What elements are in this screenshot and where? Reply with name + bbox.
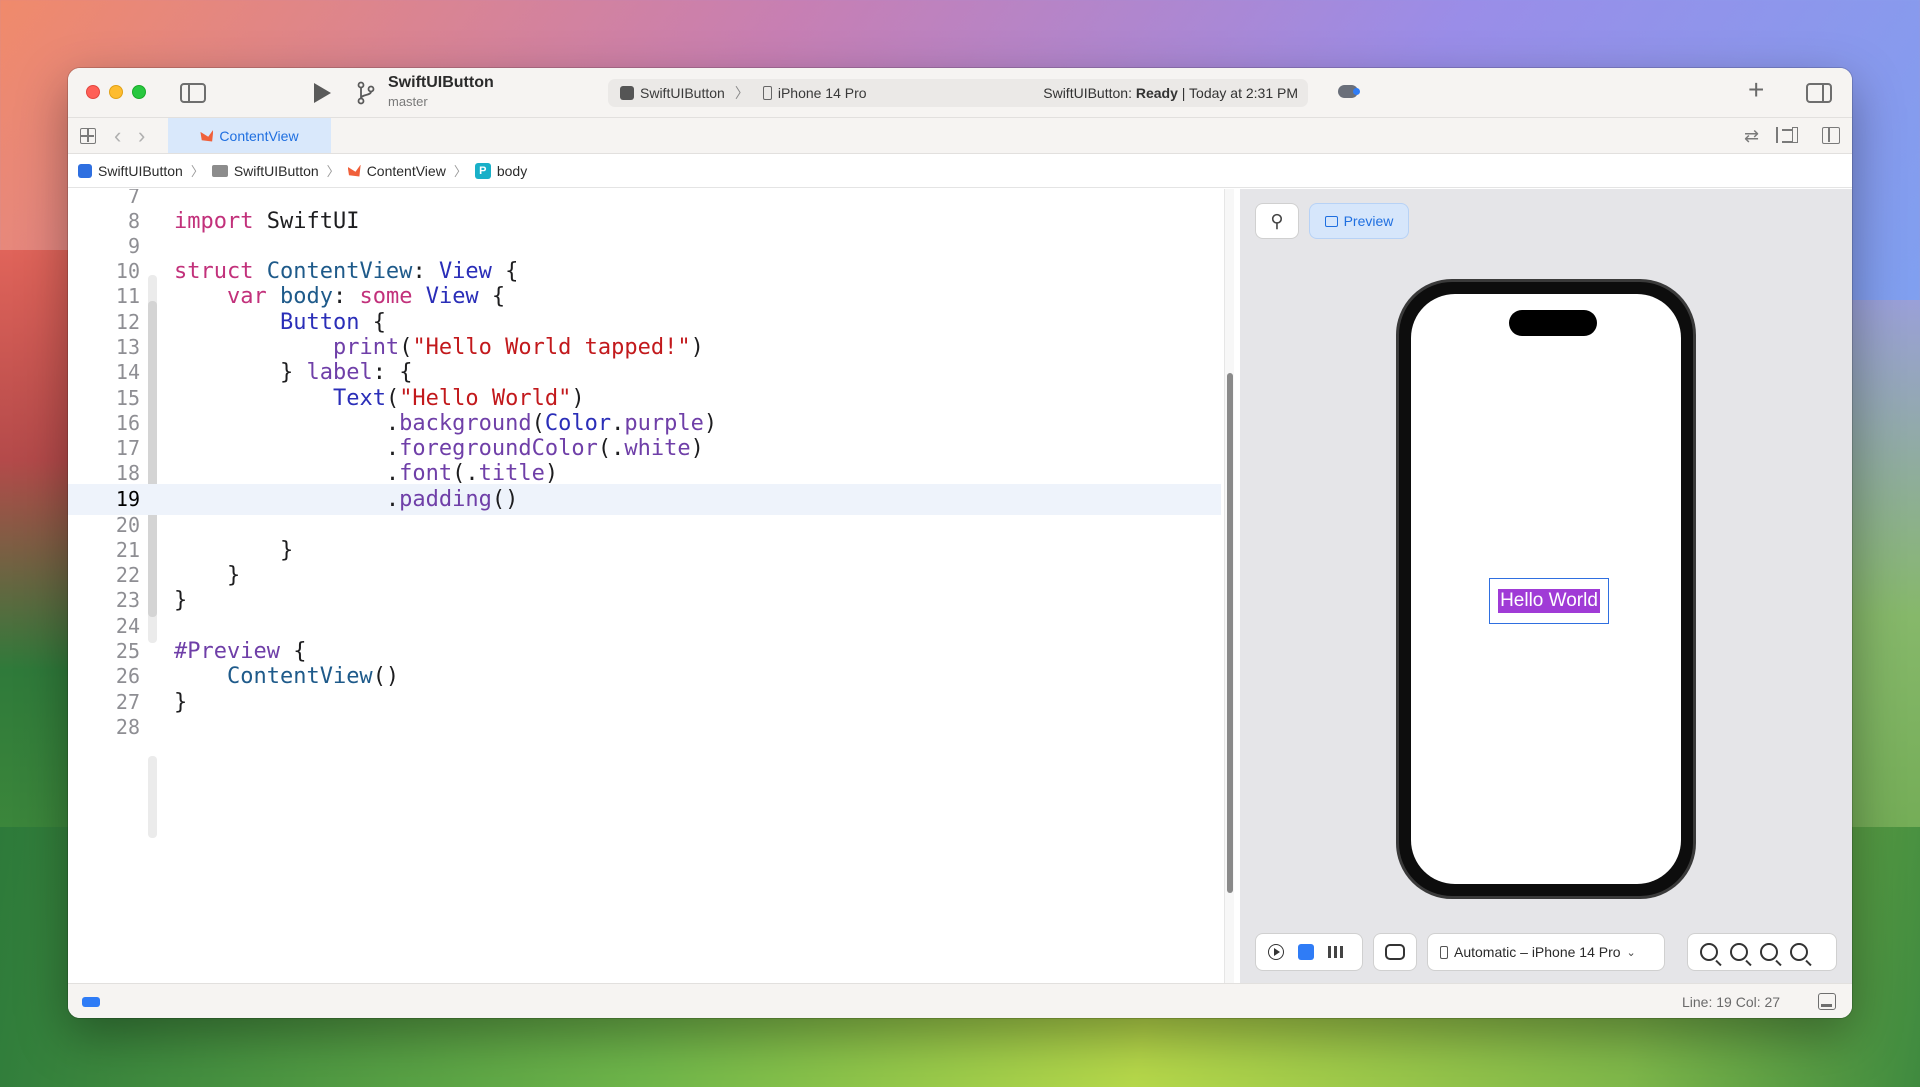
preview-label: Preview (1343, 213, 1394, 229)
inspector-toggle-icon[interactable] (1806, 83, 1832, 103)
scheme-selector[interactable]: SwiftUIButton 〉 iPhone 14 Pro (620, 83, 867, 103)
add-editor-icon[interactable] (1822, 127, 1840, 144)
window-controls (86, 85, 146, 99)
iphone-device-frame: Hello World (1396, 279, 1696, 899)
dynamic-island (1509, 310, 1597, 336)
breadcrumb: SwiftUIButton 〉 SwiftUIButton 〉 ContentV… (68, 154, 1852, 188)
breadcrumb-group[interactable]: SwiftUIButton (211, 162, 319, 179)
folder-icon (211, 164, 228, 177)
tab-bar: ‹ › ContentView ⇄ (68, 118, 1852, 154)
project-title[interactable]: SwiftUIButton (388, 74, 494, 92)
build-status: SwiftUIButton: Ready | Today at 2:31 PM (1043, 85, 1298, 101)
device-screen[interactable]: Hello World (1411, 294, 1681, 884)
cursor-position: Line: 19 Col: 27 (1682, 994, 1781, 1010)
swap-icon[interactable]: ⇄ (1744, 126, 1759, 147)
toolbar: SwiftUIButton master SwiftUIButton 〉 iPh… (68, 68, 1852, 118)
branch-name[interactable]: master (388, 94, 428, 109)
editor-options-icon[interactable] (1776, 127, 1798, 143)
chevron-down-icon: ⌄ (1626, 946, 1636, 959)
device-selector-label: Automatic – iPhone 14 Pro (1454, 944, 1621, 960)
code-fold-ribbon[interactable] (148, 756, 157, 838)
zoom-fit-icon[interactable] (1730, 943, 1748, 961)
zoom-out-icon[interactable] (1700, 943, 1718, 961)
scheme-name: SwiftUIButton (640, 85, 725, 101)
chevron-right-icon: 〉 (453, 164, 467, 179)
zoom-window-button[interactable] (132, 85, 146, 99)
xcode-window: SwiftUIButton master SwiftUIButton 〉 iPh… (68, 68, 1852, 1018)
status-prefix: SwiftUIButton: (1043, 85, 1132, 101)
forward-icon[interactable]: › (138, 123, 145, 149)
preview-canvas: ⚲ Preview Hello World Automatic – iPhone… (1240, 189, 1852, 983)
device-settings-icon (1385, 944, 1405, 960)
device-settings-button[interactable] (1374, 934, 1416, 970)
back-icon[interactable]: ‹ (114, 123, 121, 149)
breadcrumb-project[interactable]: SwiftUIButton (78, 163, 183, 179)
variants-icon[interactable] (1328, 946, 1344, 958)
breadcrumb-label: ContentView (366, 162, 446, 179)
scrollbar-thumb[interactable] (1227, 373, 1233, 893)
hello-world-button[interactable]: Hello World (1498, 589, 1600, 613)
property-icon: P (474, 162, 491, 179)
status-time: | Today at 2:31 PM (1181, 85, 1298, 101)
add-icon[interactable]: + (1748, 76, 1764, 104)
activity-viewer: SwiftUIButton 〉 iPhone 14 Pro SwiftUIBut… (608, 79, 1308, 107)
live-mode-icon[interactable] (1268, 944, 1284, 960)
line-number: 28 (115, 715, 140, 739)
breadcrumb-label: body (496, 162, 528, 179)
branch-icon (357, 81, 375, 105)
status-state: Ready (1135, 85, 1178, 101)
selectable-mode-icon[interactable] (1298, 944, 1314, 960)
preview-mode-group (1256, 934, 1362, 970)
iphone-icon (762, 86, 772, 100)
navigator-toggle-icon[interactable] (180, 83, 206, 103)
cloud-icon[interactable] (1338, 85, 1360, 98)
breadcrumb-symbol[interactable]: P body (474, 162, 528, 179)
tab-label: ContentView (219, 127, 299, 144)
chevron-right-icon: 〉 (190, 164, 204, 179)
minimize-window-button[interactable] (109, 85, 123, 99)
selected-view-outline[interactable]: Hello World (1489, 578, 1609, 624)
breadcrumb-label: SwiftUIButton (98, 162, 183, 179)
status-bar: Line: 19 Col: 27 (68, 983, 1852, 1018)
pin-icon[interactable]: ⚲ (1256, 204, 1298, 238)
chevron-right-icon: 〉 (326, 164, 340, 179)
debug-area-toggle-icon[interactable] (82, 997, 100, 1007)
preview-icon (1324, 215, 1338, 227)
swift-file-icon (200, 129, 214, 142)
tab-contentview[interactable]: ContentView (168, 118, 331, 153)
project-icon (78, 163, 92, 178)
breadcrumb-file[interactable]: ContentView (347, 162, 446, 179)
related-items-icon[interactable] (80, 128, 96, 144)
editor-scrollbar[interactable] (1224, 189, 1234, 983)
run-icon[interactable] (314, 83, 331, 103)
app-icon (620, 86, 634, 100)
zoom-actual-icon[interactable] (1760, 943, 1778, 961)
code-line[interactable]: 28 (68, 712, 1221, 743)
iphone-icon (1440, 945, 1448, 959)
zoom-in-icon[interactable] (1790, 943, 1808, 961)
panel-toggle-icon[interactable] (1818, 993, 1836, 1010)
source-editor[interactable]: 7 8 import SwiftUI 9 10 struct ContentVi… (68, 189, 1221, 983)
destination-name: iPhone 14 Pro (777, 85, 867, 101)
breadcrumb-label: SwiftUIButton (233, 162, 319, 179)
chevron-right-icon: 〉 (734, 85, 749, 101)
swift-file-icon (347, 164, 361, 177)
device-selector[interactable]: Automatic – iPhone 14 Pro ⌄ (1428, 934, 1664, 970)
zoom-controls (1688, 934, 1836, 970)
preview-button[interactable]: Preview (1310, 204, 1408, 238)
close-window-button[interactable] (86, 85, 100, 99)
